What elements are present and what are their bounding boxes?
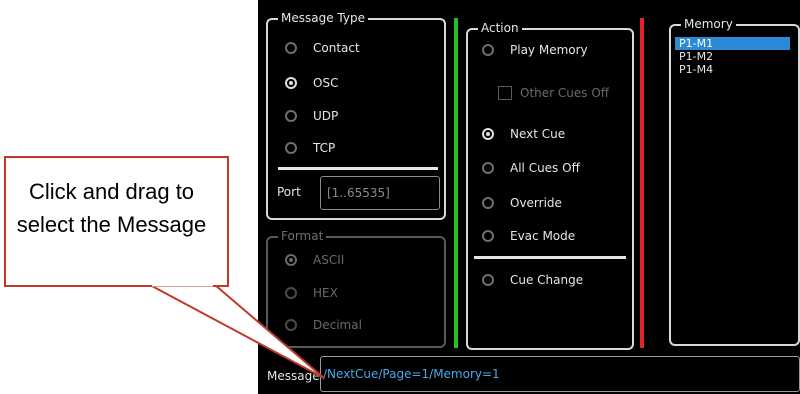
- callout-text: Click and drag to select the Message: [16, 179, 207, 237]
